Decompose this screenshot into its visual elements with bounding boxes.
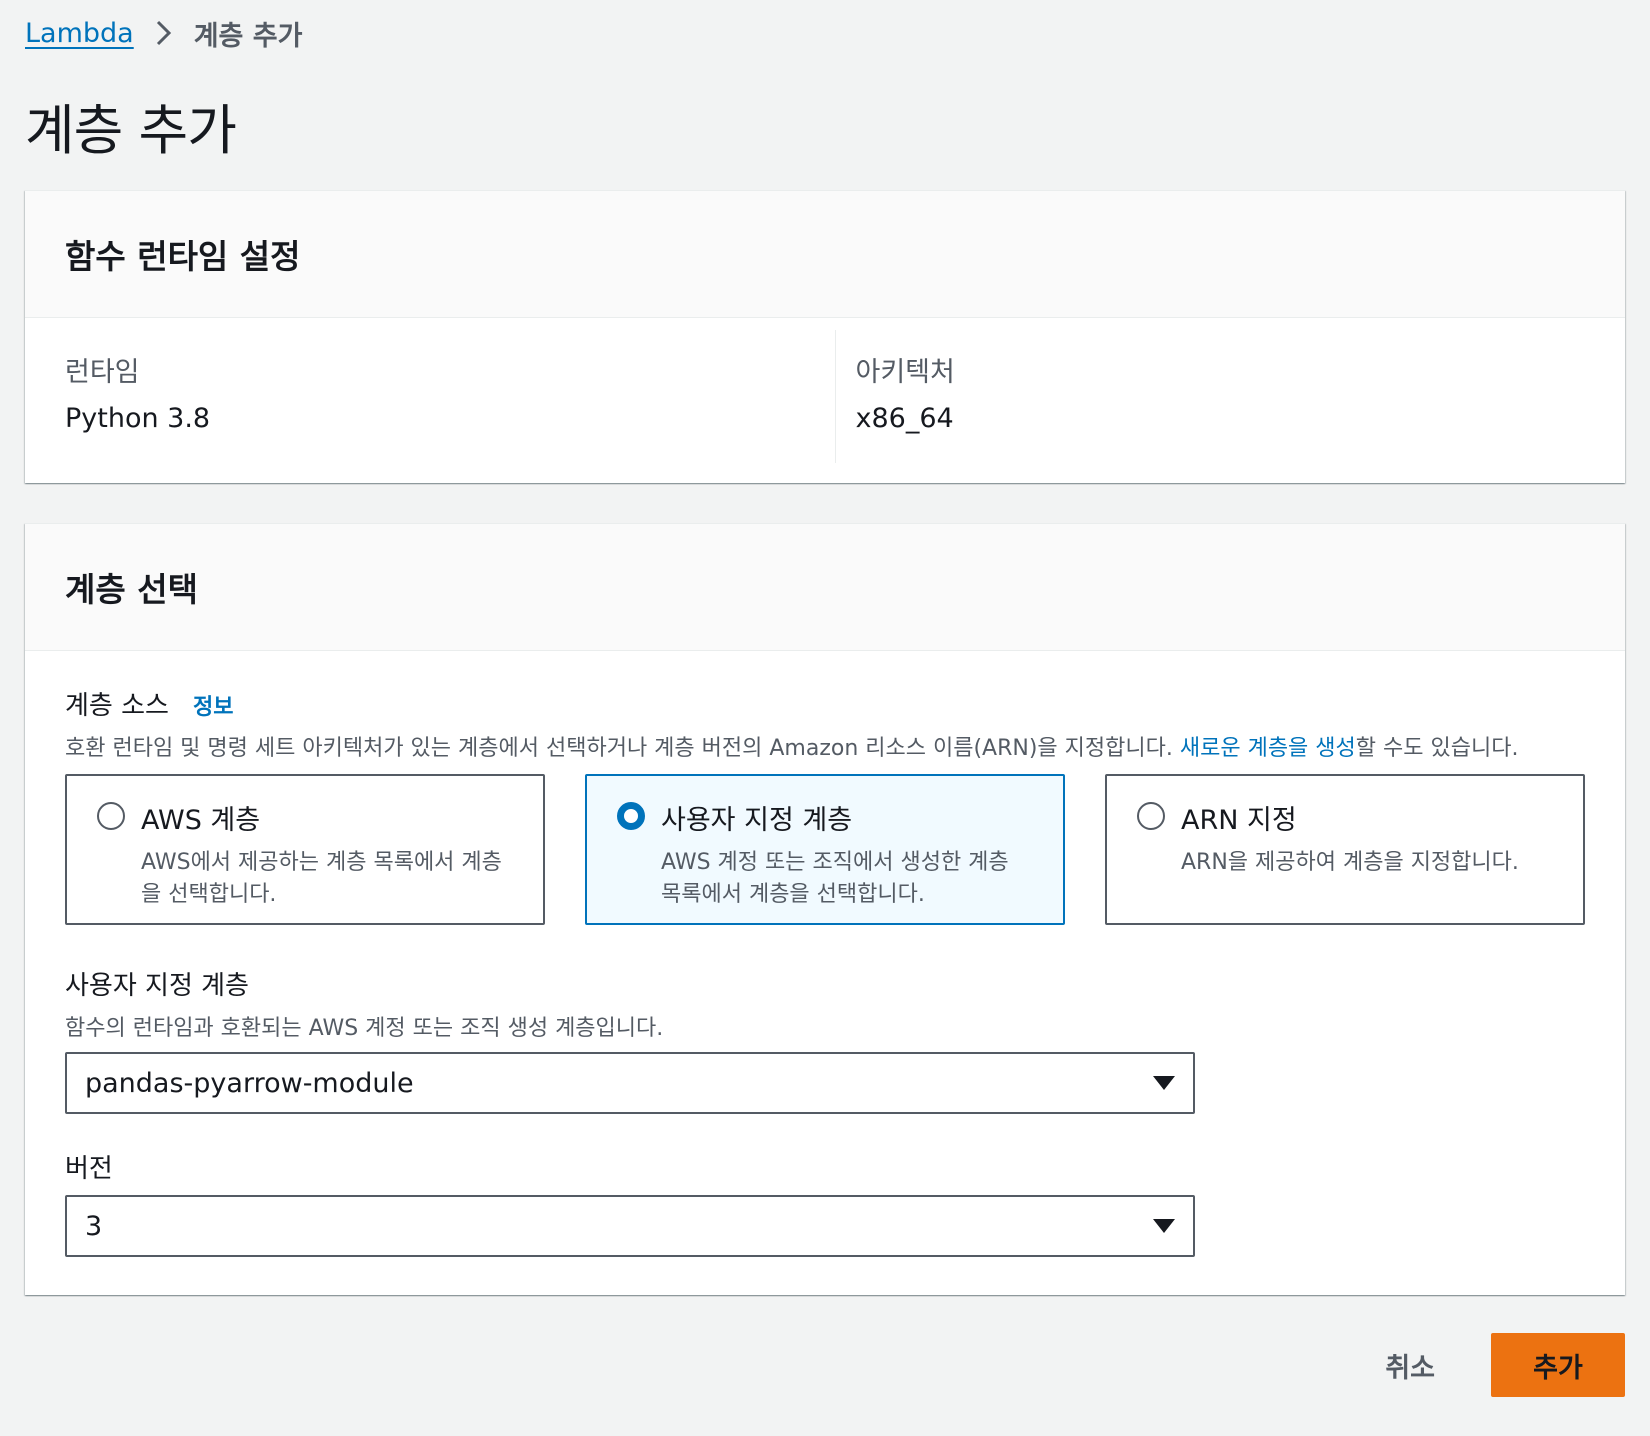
custom-layer-select[interactable]: pandas-pyarrow-module bbox=[65, 1052, 1195, 1114]
layer-source-label: 계층 소스 bbox=[65, 691, 169, 721]
breadcrumb-lambda-link[interactable]: Lambda bbox=[25, 18, 134, 49]
layer-form: 계층 소스 정보 호환 런타임 및 명령 세트 아키텍처가 있는 계층에서 선택… bbox=[25, 651, 1625, 1295]
info-link[interactable]: 정보 bbox=[193, 689, 233, 721]
selected-version-value: 3 bbox=[85, 1210, 103, 1242]
caret-down-icon bbox=[1153, 1076, 1175, 1090]
layer-source-radio-group: AWS 계층 AWS에서 제공하는 계층 목록에서 계층을 선택합니다. 사용자… bbox=[65, 774, 1585, 925]
architecture-value: x86_64 bbox=[855, 403, 954, 434]
option-text: AWS 계층 AWS에서 제공하는 계층 목록에서 계층을 선택합니다. bbox=[141, 798, 513, 907]
runtime-value: Python 3.8 bbox=[65, 403, 211, 434]
option-description: AWS에서 제공하는 계층 목록에서 계층을 선택합니다. bbox=[141, 850, 502, 907]
custom-layer-description: 함수의 런타임과 호환되는 AWS 계정 또는 조직 생성 계층입니다. bbox=[65, 1016, 664, 1041]
radio-button[interactable] bbox=[97, 802, 125, 830]
breadcrumb: Lambda 계층 추가 bbox=[25, 0, 1625, 62]
runtime-column: 런타임 Python 3.8 bbox=[25, 330, 835, 463]
specify-arn-option[interactable]: ARN 지정 ARN을 제공하여 계층을 지정합니다. bbox=[1105, 774, 1585, 925]
option-title: ARN 지정 bbox=[1181, 805, 1297, 836]
layer-section-title: 계층 선택 bbox=[65, 570, 198, 609]
version-field: 버전 3 bbox=[65, 1148, 1585, 1257]
page-title: 계층 추가 bbox=[25, 99, 237, 162]
description-text-suffix: 할 수도 있습니다. bbox=[1355, 736, 1519, 761]
version-label: 버전 bbox=[65, 1154, 113, 1184]
panel-header: 계층 선택 bbox=[25, 524, 1625, 651]
option-description: AWS 계정 또는 조직에서 생성한 계층 목록에서 계층을 선택합니다. bbox=[661, 850, 1009, 907]
custom-layer-field: 사용자 지정 계층 함수의 런타임과 호환되는 AWS 계정 또는 조직 생성 … bbox=[65, 965, 1585, 1114]
option-text: ARN 지정 ARN을 제공하여 계층을 지정합니다. bbox=[1181, 798, 1519, 901]
layer-source-label-row: 계층 소스 정보 bbox=[65, 685, 1585, 722]
selected-layer-value: pandas-pyarrow-module bbox=[85, 1067, 414, 1099]
architecture-label: 아키텍처 bbox=[855, 357, 955, 388]
create-new-layer-link[interactable]: 새로운 계층을 생성 bbox=[1180, 736, 1356, 761]
panel-header: 함수 런타임 설정 bbox=[25, 191, 1625, 318]
option-text: 사용자 지정 계층 AWS 계정 또는 조직에서 생성한 계층 목록에서 계층을… bbox=[661, 798, 1033, 907]
breadcrumb-current: 계층 추가 bbox=[193, 20, 303, 52]
custom-layer-label: 사용자 지정 계층 bbox=[65, 971, 249, 1001]
option-title: AWS 계층 bbox=[141, 805, 261, 836]
runtime-label: 런타임 bbox=[65, 357, 140, 388]
layer-source-description: 호환 런타임 및 명령 세트 아키텍처가 있는 계층에서 선택하거나 계층 버전… bbox=[65, 730, 1585, 762]
add-layer-page: Lambda 계층 추가 계층 추가 함수 런타임 설정 런타임 Python … bbox=[0, 0, 1650, 1436]
runtime-section-title: 함수 런타임 설정 bbox=[65, 237, 301, 276]
chevron-right-icon bbox=[156, 20, 172, 46]
runtime-details: 런타임 Python 3.8 아키텍처 x86_64 bbox=[25, 318, 1625, 483]
option-description: ARN을 제공하여 계층을 지정합니다. bbox=[1181, 850, 1519, 875]
description-text: 호환 런타임 및 명령 세트 아키텍처가 있는 계층에서 선택하거나 계층 버전… bbox=[65, 736, 1180, 761]
function-runtime-settings-panel: 함수 런타임 설정 런타임 Python 3.8 아키텍처 x86_64 bbox=[25, 190, 1625, 483]
choose-layer-panel: 계층 선택 계층 소스 정보 호환 런타임 및 명령 세트 아키텍처가 있는 계… bbox=[25, 523, 1625, 1295]
form-actions: 취소 추가 bbox=[25, 1333, 1625, 1397]
option-title: 사용자 지정 계층 bbox=[661, 805, 853, 836]
caret-down-icon bbox=[1153, 1219, 1175, 1233]
cancel-button[interactable]: 취소 bbox=[1355, 1333, 1465, 1397]
custom-layers-option[interactable]: 사용자 지정 계층 AWS 계정 또는 조직에서 생성한 계층 목록에서 계층을… bbox=[585, 774, 1065, 925]
radio-button[interactable] bbox=[1137, 802, 1165, 830]
architecture-column: 아키텍처 x86_64 bbox=[834, 330, 1626, 463]
add-button[interactable]: 추가 bbox=[1491, 1333, 1625, 1397]
radio-button-selected[interactable] bbox=[617, 802, 645, 830]
version-select[interactable]: 3 bbox=[65, 1195, 1195, 1257]
aws-layers-option[interactable]: AWS 계층 AWS에서 제공하는 계층 목록에서 계층을 선택합니다. bbox=[65, 774, 545, 925]
